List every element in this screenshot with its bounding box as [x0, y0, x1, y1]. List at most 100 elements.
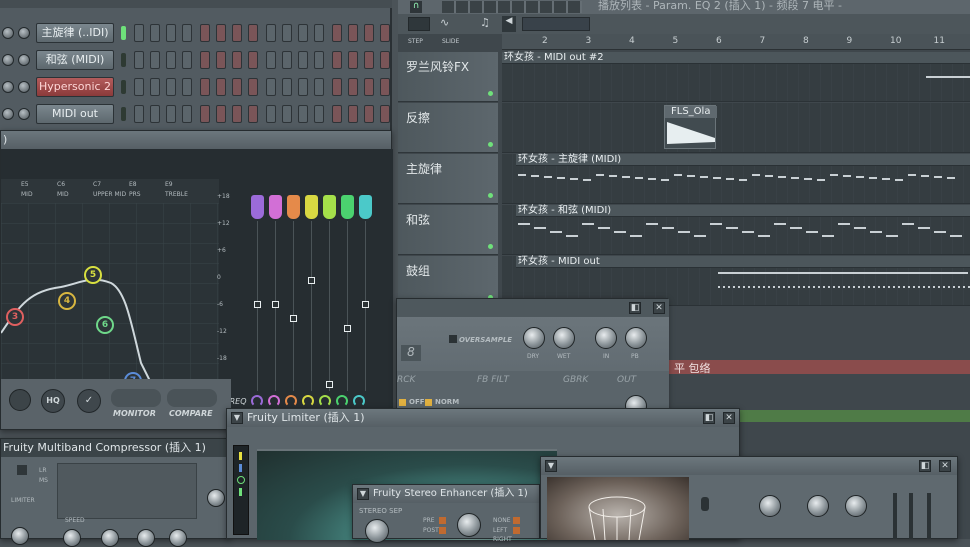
del-knob[interactable] — [759, 495, 781, 517]
reeverb-detach-icon[interactable]: ◧ — [919, 460, 931, 472]
channel-name-button[interactable]: 主旋律 (..IDI) — [36, 23, 114, 43]
reeverb-close-icon[interactable]: ✕ — [939, 460, 951, 472]
channel-select-led[interactable] — [121, 80, 126, 94]
freq-knob[interactable] — [251, 395, 263, 407]
channel-name-button[interactable]: MIDI out — [36, 104, 114, 124]
step-button[interactable] — [182, 78, 192, 96]
step-button[interactable] — [150, 78, 160, 96]
band-toggle-button[interactable] — [323, 195, 336, 219]
freq-knob[interactable] — [285, 395, 297, 407]
step-button[interactable] — [166, 78, 176, 96]
bass-knob[interactable] — [807, 495, 829, 517]
mb-knob-5[interactable] — [169, 529, 187, 547]
monitor-button[interactable] — [111, 389, 161, 407]
track-header[interactable]: 和弦 — [398, 205, 498, 255]
wet-knob[interactable] — [553, 327, 575, 349]
magnet-icon[interactable]: ∩ — [410, 1, 422, 13]
dec-knob[interactable] — [845, 495, 867, 517]
step-button[interactable] — [166, 24, 176, 42]
band-toggle-button[interactable] — [359, 195, 372, 219]
slide-tool-icon[interactable]: ∿ — [440, 16, 449, 29]
step-button[interactable] — [380, 78, 390, 96]
oversample-checkbox[interactable] — [449, 335, 457, 343]
eq-band-node[interactable]: 5 — [84, 266, 102, 284]
freq-knob[interactable] — [353, 395, 365, 407]
lr-checkbox[interactable] — [17, 465, 27, 475]
eq-band-node[interactable]: 3 — [6, 308, 24, 326]
mb-knob-3[interactable] — [101, 529, 119, 547]
step-button[interactable] — [332, 51, 342, 69]
step-button[interactable] — [232, 105, 242, 123]
step-button[interactable] — [200, 105, 210, 123]
step-button[interactable] — [182, 51, 192, 69]
limiter-mode-2[interactable] — [239, 464, 242, 472]
step-button[interactable] — [348, 24, 358, 42]
band-toggle-button[interactable] — [287, 195, 300, 219]
check-icon[interactable]: ✓ — [77, 389, 101, 413]
step-button[interactable] — [266, 51, 276, 69]
limiter-menu-icon[interactable]: ▼ — [231, 412, 243, 424]
step-button[interactable] — [332, 105, 342, 123]
track-header[interactable]: 罗兰风铃FX — [398, 52, 498, 102]
step-button[interactable] — [364, 51, 374, 69]
timeline-ruler[interactable]: 2 3 4 5 6 7 8 9 10 11 — [502, 34, 970, 50]
channel-volume-knob[interactable] — [18, 81, 30, 93]
stereo-sep-knob[interactable] — [365, 519, 389, 543]
mb-knob-2[interactable] — [63, 529, 81, 547]
limiter-mode-4[interactable] — [239, 488, 242, 496]
step-button[interactable] — [282, 78, 292, 96]
close-icon[interactable]: ✕ — [653, 302, 665, 314]
step-button[interactable] — [332, 78, 342, 96]
step-button[interactable] — [332, 24, 342, 42]
band-level-handle[interactable] — [272, 301, 279, 308]
scroll-left-icon[interactable]: ◀ — [502, 16, 516, 32]
freq-knob[interactable] — [268, 395, 280, 407]
step-button[interactable] — [248, 51, 258, 69]
eq-graph[interactable] — [1, 203, 219, 383]
track-header[interactable]: 主旋律 — [398, 154, 498, 204]
mb-knob-1[interactable] — [11, 527, 29, 545]
track-lane[interactable]: FLS_Ola — [502, 103, 970, 153]
limiter-mode-3[interactable] — [237, 476, 245, 484]
freq-knob[interactable] — [319, 395, 331, 407]
step-button[interactable] — [364, 105, 374, 123]
in-knob[interactable] — [595, 327, 617, 349]
track-lane[interactable]: 环女孩 - 和弦 (MIDI) — [502, 205, 970, 255]
step-button[interactable] — [298, 78, 308, 96]
channel-pan-knob[interactable] — [2, 54, 14, 66]
step-button[interactable] — [298, 24, 308, 42]
stereo-menu-icon[interactable]: ▼ — [357, 488, 369, 500]
step-button[interactable] — [266, 78, 276, 96]
band-level-handle[interactable] — [254, 301, 261, 308]
freq-knob[interactable] — [336, 395, 348, 407]
step-button[interactable] — [150, 105, 160, 123]
hq-button[interactable]: HQ — [41, 389, 65, 413]
step-button[interactable] — [200, 24, 210, 42]
note-icon[interactable]: ♫ — [480, 16, 490, 29]
step-button[interactable] — [282, 51, 292, 69]
channel-pan-knob[interactable] — [2, 27, 14, 39]
reeverb-fader-1[interactable] — [893, 493, 897, 539]
step-button[interactable] — [314, 24, 324, 42]
step-button[interactable] — [134, 24, 144, 42]
track-mute-led[interactable] — [488, 193, 493, 198]
band-level-handle[interactable] — [308, 277, 315, 284]
off-checkbox[interactable] — [399, 399, 406, 406]
band-level-handle[interactable] — [344, 325, 351, 332]
track-mute-led[interactable] — [488, 91, 493, 96]
step-button[interactable] — [200, 51, 210, 69]
step-button[interactable] — [232, 51, 242, 69]
reeverb-menu-icon[interactable]: ▼ — [545, 460, 557, 472]
channel-volume-knob[interactable] — [18, 108, 30, 120]
track-mute-led[interactable] — [488, 244, 493, 249]
step-button[interactable] — [134, 105, 144, 123]
channel-name-button[interactable]: 和弦 (MIDI) — [36, 50, 114, 70]
reeverb-fader-2[interactable] — [909, 493, 913, 539]
freq-knob[interactable] — [302, 395, 314, 407]
step-button[interactable] — [364, 24, 374, 42]
step-button[interactable] — [364, 78, 374, 96]
channel-volume-knob[interactable] — [18, 54, 30, 66]
channel-volume-knob[interactable] — [18, 27, 30, 39]
step-button[interactable] — [232, 24, 242, 42]
pre-checkbox[interactable] — [439, 517, 446, 524]
